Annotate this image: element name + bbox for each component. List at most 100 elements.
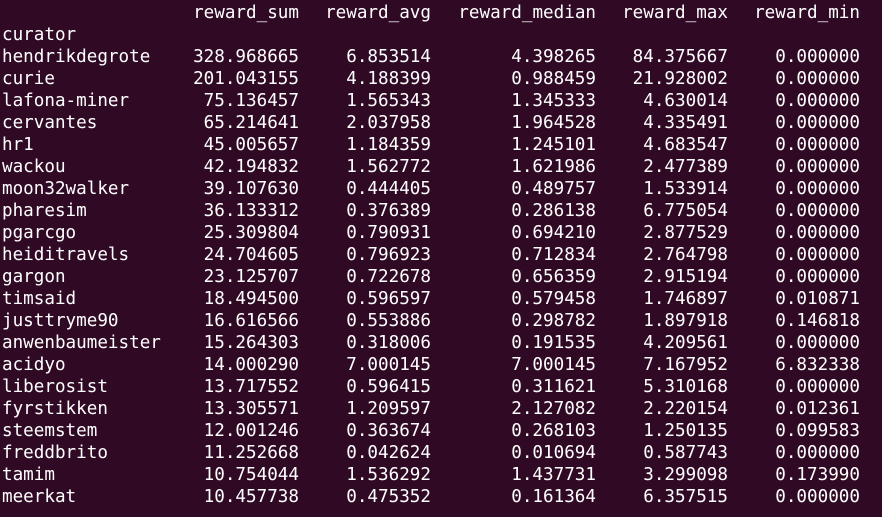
reward-median-value: 7.000145: [511, 355, 596, 375]
reward-median-value: 0.161364: [511, 487, 596, 507]
column-header: reward_sum: [193, 3, 299, 23]
reward-sum-value: 23.125707: [203, 267, 299, 287]
reward-min-value: 0.000000: [775, 201, 860, 221]
reward-avg-value: 0.596597: [346, 289, 431, 309]
reward-max-value: 4.335491: [643, 113, 728, 133]
reward-avg-value: 1.184359: [346, 135, 431, 155]
curator-name: fyrstikken: [2, 399, 108, 419]
reward-median-value: 4.398265: [511, 47, 596, 67]
reward-min-value: 0.000000: [775, 91, 860, 111]
table-row: fyrstikken 13.305571 1.209597 2.127082 2…: [0, 398, 882, 420]
reward-avg-value: 1.536292: [346, 465, 431, 485]
reward-max-value: 3.299098: [643, 465, 728, 485]
reward-min-value: 0.000000: [775, 223, 860, 243]
curator-name: hendrikdegrote: [2, 47, 151, 67]
curator-name: lafona-miner: [2, 91, 130, 111]
table-row: hr1 45.005657 1.184359 1.245101 4.683547…: [0, 134, 882, 156]
reward-avg-value: 0.318006: [346, 333, 431, 353]
curator-name: gargon: [2, 267, 66, 287]
reward-avg-value: 7.000145: [346, 355, 431, 375]
reward-sum-value: 10.754044: [203, 465, 299, 485]
reward-min-value: 0.000000: [775, 377, 860, 397]
reward-sum-value: 328.968665: [193, 47, 299, 67]
column-header: reward_median: [458, 3, 596, 23]
curator-name: curie: [2, 69, 55, 89]
curator-name: liberosist: [2, 377, 108, 397]
reward-max-value: 6.357515: [643, 487, 728, 507]
reward-sum-value: 25.309804: [203, 223, 299, 243]
curator-name: moon32walker: [2, 179, 130, 199]
curator-name: justtryme90: [2, 311, 119, 331]
table-row: cervantes 65.214641 2.037958 1.964528 4.…: [0, 112, 882, 134]
reward-sum-value: 18.494500: [203, 289, 299, 309]
reward-sum-value: 13.717552: [203, 377, 299, 397]
reward-sum-value: 11.252668: [203, 443, 299, 463]
column-header: reward_max: [622, 3, 728, 23]
reward-median-value: 0.268103: [511, 421, 596, 441]
reward-sum-value: 201.043155: [193, 69, 299, 89]
reward-min-value: 0.000000: [775, 487, 860, 507]
reward-median-value: 0.712834: [511, 245, 596, 265]
reward-min-value: 0.000000: [775, 113, 860, 133]
reward-min-value: 0.010871: [775, 289, 860, 309]
reward-max-value: 2.764798: [643, 245, 728, 265]
reward-avg-value: 0.796923: [346, 245, 431, 265]
reward-min-value: 0.000000: [775, 179, 860, 199]
reward-min-value: 0.099583: [775, 421, 860, 441]
reward-median-value: 1.964528: [511, 113, 596, 133]
reward-min-value: 0.000000: [775, 245, 860, 265]
reward-median-value: 0.298782: [511, 311, 596, 331]
reward-avg-value: 1.565343: [346, 91, 431, 111]
reward-median-value: 0.489757: [511, 179, 596, 199]
reward-max-value: 1.533914: [643, 179, 728, 199]
reward-max-value: 1.250135: [643, 421, 728, 441]
reward-avg-value: 1.209597: [346, 399, 431, 419]
table-row: tamim 10.754044 1.536292 1.437731 3.2990…: [0, 464, 882, 486]
table-row: pgarcgo 25.309804 0.790931 0.694210 2.87…: [0, 222, 882, 244]
reward-min-value: 0.000000: [775, 47, 860, 67]
reward-median-value: 1.621986: [511, 157, 596, 177]
reward-avg-value: 4.188399: [346, 69, 431, 89]
curator-name: steemstem: [2, 421, 98, 441]
reward-median-value: 0.311621: [511, 377, 596, 397]
curator-name: meerkat: [2, 487, 77, 507]
reward-avg-value: 0.790931: [346, 223, 431, 243]
curator-name: timsaid: [2, 289, 77, 309]
reward-sum-value: 24.704605: [203, 245, 299, 265]
reward-max-value: 2.220154: [643, 399, 728, 419]
reward-median-value: 0.010694: [511, 443, 596, 463]
reward-sum-value: 13.305571: [203, 399, 299, 419]
table-row: moon32walker 39.107630 0.444405 0.489757…: [0, 178, 882, 200]
table-row: heiditravels 24.704605 0.796923 0.712834…: [0, 244, 882, 266]
reward-max-value: 4.209561: [643, 333, 728, 353]
reward-max-value: 1.897918: [643, 311, 728, 331]
reward-min-value: 0.000000: [775, 267, 860, 287]
reward-min-value: 0.000000: [775, 157, 860, 177]
reward-max-value: 0.587743: [643, 443, 728, 463]
table-row: anwenbaumeister 15.264303 0.318006 0.191…: [0, 332, 882, 354]
reward-min-value: 0.000000: [775, 333, 860, 353]
reward-avg-value: 0.553886: [346, 311, 431, 331]
reward-avg-value: 1.562772: [346, 157, 431, 177]
index-name-row: curator: [0, 24, 882, 46]
terminal-window[interactable]: ----- reward_sum reward_avg reward_media…: [0, 0, 882, 517]
reward-avg-value: 2.037958: [346, 113, 431, 133]
table-row: timsaid 18.494500 0.596597 0.579458 1.74…: [0, 288, 882, 310]
reward-avg-value: 0.042624: [346, 443, 431, 463]
curator-name: hr1: [2, 135, 34, 155]
reward-max-value: 6.775054: [643, 201, 728, 221]
table-row: curie 201.043155 4.188399 0.988459 21.92…: [0, 68, 882, 90]
reward-avg-value: 0.596415: [346, 377, 431, 397]
table-row: lafona-miner 75.136457 1.565343 1.345333…: [0, 90, 882, 112]
header-row: reward_sum reward_avg reward_median rewa…: [0, 2, 882, 24]
reward-max-value: 2.877529: [643, 223, 728, 243]
table-row: freddbrito 11.252668 0.042624 0.010694 0…: [0, 442, 882, 464]
reward-sum-value: 65.214641: [203, 113, 299, 133]
reward-median-value: 1.437731: [511, 465, 596, 485]
curator-name: anwenbaumeister: [2, 333, 161, 353]
reward-min-value: 0.146818: [775, 311, 860, 331]
reward-min-value: 0.000000: [775, 135, 860, 155]
curator-name: pharesim: [2, 201, 87, 221]
reward-sum-value: 12.001246: [203, 421, 299, 441]
table-row: justtryme90 16.616566 0.553886 0.298782 …: [0, 310, 882, 332]
